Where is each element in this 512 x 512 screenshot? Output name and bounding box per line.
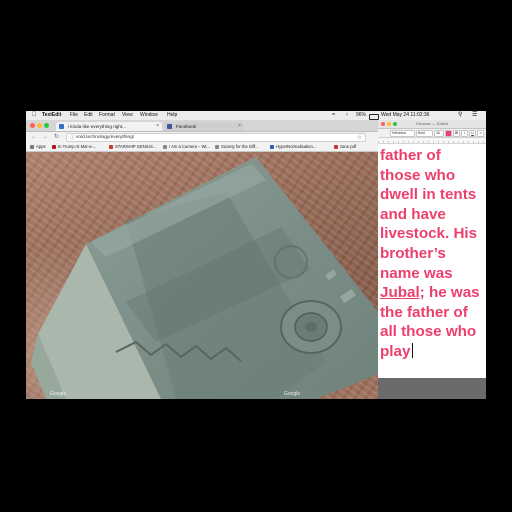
browser-minimize-button[interactable] bbox=[37, 123, 42, 128]
bookmark-star-icon[interactable]: ☆ bbox=[357, 134, 362, 142]
bookmark-hypernormalisation[interactable]: HyperNormalisation... bbox=[270, 143, 316, 151]
spotlight-search-icon[interactable]: ⚲ bbox=[458, 111, 462, 120]
text-line: name was bbox=[380, 264, 453, 282]
browser-window: i kinda like everything right... × Faceb… bbox=[26, 120, 378, 399]
tab-label: i kinda like everything right... bbox=[68, 124, 126, 129]
url-text: void.technology/everything/ bbox=[76, 135, 135, 140]
bookmark-society-for-the-diff[interactable]: Society for the Diff... bbox=[215, 143, 259, 151]
browser-zoom-button[interactable] bbox=[44, 123, 49, 128]
text-line: livestock. His bbox=[380, 225, 478, 243]
bookmark-favicon-icon bbox=[109, 145, 113, 149]
tab-label: Facebook bbox=[176, 124, 197, 129]
bookmarks-bar: Apps In Trump At Mar-a-... STARSHIP GENI… bbox=[26, 143, 378, 152]
align-left-icon[interactable]: ≡ bbox=[477, 130, 484, 137]
notification-center-icon[interactable]: ☰ bbox=[472, 111, 477, 120]
apple-menu-icon[interactable]:  bbox=[32, 111, 37, 120]
document-title: Genesis — Edited bbox=[415, 121, 449, 126]
page-info-icon[interactable]: ⓘ bbox=[70, 134, 75, 142]
tab-close-icon[interactable]: × bbox=[238, 122, 241, 131]
text-line: Jubal; he was bbox=[380, 284, 480, 302]
menu-edit[interactable]: Edit bbox=[84, 111, 93, 120]
editor-close-button[interactable] bbox=[381, 121, 385, 126]
menu-window[interactable]: Window bbox=[140, 111, 158, 120]
document-text-area[interactable]: father of those who dwell in tents and h… bbox=[378, 144, 486, 378]
text-line: father of bbox=[380, 147, 441, 164]
text-color-swatch[interactable] bbox=[445, 130, 452, 137]
tab-everything[interactable]: i kinda like everything right... × bbox=[56, 122, 162, 131]
bookmark-starship-genius[interactable]: STARSHIP GENIUS... bbox=[109, 143, 156, 151]
tab-close-icon[interactable]: × bbox=[156, 122, 159, 131]
apps-grid-icon bbox=[30, 145, 34, 149]
forward-arrow-icon[interactable]: → bbox=[42, 133, 48, 142]
italic-button[interactable]: I bbox=[461, 130, 468, 137]
textedit-title-bar[interactable]: Genesis — Edited bbox=[378, 120, 486, 129]
text-line: the father of bbox=[380, 303, 468, 321]
font-style-select[interactable]: Bold bbox=[416, 130, 433, 137]
bookmark-favicon-icon bbox=[215, 145, 219, 149]
browser-close-button[interactable] bbox=[30, 123, 35, 128]
text-line: and have bbox=[380, 205, 446, 223]
url-input[interactable]: ⓘ void.technology/everything/ ☆ bbox=[66, 133, 366, 142]
text-line: those who bbox=[380, 166, 456, 184]
battery-icon bbox=[369, 113, 379, 120]
wifi-icon[interactable]: ≈ bbox=[332, 111, 335, 120]
battery-percent[interactable]: 96% bbox=[356, 111, 366, 120]
spellcheck-underlined-word: Jubal bbox=[380, 284, 420, 302]
bookmark-apps[interactable]: Apps bbox=[30, 143, 46, 151]
bookmark-i-am-a-camera[interactable]: I Am a Camera – Wi... bbox=[163, 143, 210, 151]
google-watermark: Google bbox=[50, 391, 67, 397]
font-family-select[interactable]: Helvetica bbox=[390, 130, 415, 137]
text-line: brother’s bbox=[380, 244, 446, 262]
font-size-select[interactable]: 36 bbox=[434, 130, 444, 137]
bookmark-favicon-icon bbox=[163, 145, 167, 149]
tab-favicon-icon bbox=[59, 124, 64, 129]
google-watermark: Google bbox=[284, 391, 301, 397]
back-arrow-icon[interactable]: ← bbox=[31, 133, 37, 142]
format-toolbar: Helvetica Bold 36 B I U ≡ bbox=[378, 129, 486, 138]
menu-clock[interactable]: Wed May 24 11:02:36 bbox=[381, 111, 429, 120]
tab-facebook[interactable]: Facebook × bbox=[164, 122, 244, 131]
textedit-window: Genesis — Edited Helvetica Bold 36 B I U… bbox=[378, 120, 486, 378]
bookmark-trump-mar-a-lago[interactable]: In Trump At Mar-a-... bbox=[52, 143, 96, 151]
browser-tab-strip: i kinda like everything right... × Faceb… bbox=[26, 120, 378, 132]
editor-zoom-button[interactable] bbox=[393, 121, 397, 126]
bold-button[interactable]: B bbox=[453, 130, 460, 137]
menu-bar:  TextEdit File Edit Format View Window … bbox=[26, 111, 486, 120]
text-line: all those who bbox=[380, 323, 477, 341]
document-text[interactable]: father of those who dwell in tents and h… bbox=[380, 146, 486, 362]
menu-format[interactable]: Format bbox=[99, 111, 115, 120]
desktop-screen:  TextEdit File Edit Format View Window … bbox=[26, 111, 486, 399]
volume-icon[interactable]: ♮ bbox=[346, 111, 348, 120]
menu-app-name[interactable]: TextEdit bbox=[42, 111, 61, 120]
bookmark-favicon-icon bbox=[270, 145, 274, 149]
underline-button[interactable]: U bbox=[469, 130, 476, 137]
bookmark-favicon-icon bbox=[52, 145, 56, 149]
menu-help[interactable]: Help bbox=[167, 111, 177, 120]
building-rooftop-3d bbox=[31, 152, 378, 399]
text-cursor bbox=[412, 342, 414, 358]
address-bar-row: ← → ↻ ⓘ void.technology/everything/ ☆ bbox=[26, 132, 378, 143]
pdf-file-icon bbox=[334, 145, 338, 149]
text-line: play bbox=[380, 342, 486, 362]
map-view-3d[interactable]: Google Google bbox=[26, 152, 378, 399]
menu-file[interactable]: File bbox=[70, 111, 78, 120]
editor-minimize-button[interactable] bbox=[387, 121, 391, 126]
menu-view[interactable]: View bbox=[122, 111, 133, 120]
bookmark-zane-pdf[interactable]: zane.pdf bbox=[334, 143, 356, 151]
reload-icon[interactable]: ↻ bbox=[54, 133, 59, 142]
facebook-favicon-icon bbox=[167, 124, 172, 129]
text-line: dwell in tents bbox=[380, 186, 477, 204]
